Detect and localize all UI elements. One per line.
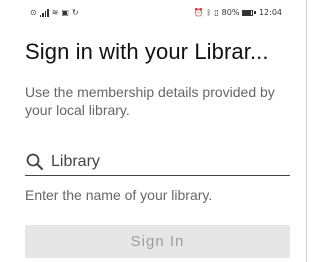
sign-in-button[interactable]: Sign In (25, 225, 290, 258)
search-hint: Enter the name of your library. (25, 187, 213, 203)
alarm-icon: ⏰ (193, 8, 204, 17)
page-title: Sign in with your Librar... (25, 39, 269, 64)
library-search-input[interactable] (51, 152, 281, 171)
page-description: Use the membership details provided by y… (25, 84, 275, 118)
battery-icon (242, 9, 254, 16)
wifi-icon: ≋ (51, 8, 59, 17)
bluetooth-icon: ᛒ (206, 8, 212, 17)
status-time: 12:04 (258, 8, 282, 17)
signal-icon (39, 8, 49, 17)
vibrate-icon: ▯ (214, 8, 219, 17)
notification-icon: ⊙ (30, 8, 37, 17)
status-bar: ⊙ ≋ ▣ ↻ ⏰ ᛒ ▯ 80% 12:04 (0, 0, 302, 26)
library-search-field[interactable] (25, 148, 290, 176)
battery-cap (254, 11, 256, 14)
status-bar-left: ⊙ ≋ ▣ ↻ (30, 8, 79, 17)
battery-percent: 80% (221, 8, 240, 17)
nfc-icon: ▣ (61, 8, 69, 17)
status-bar-right: ⏰ ᛒ ▯ 80% 12:04 (193, 8, 282, 17)
sync-icon: ↻ (71, 8, 79, 17)
search-icon (26, 153, 43, 170)
